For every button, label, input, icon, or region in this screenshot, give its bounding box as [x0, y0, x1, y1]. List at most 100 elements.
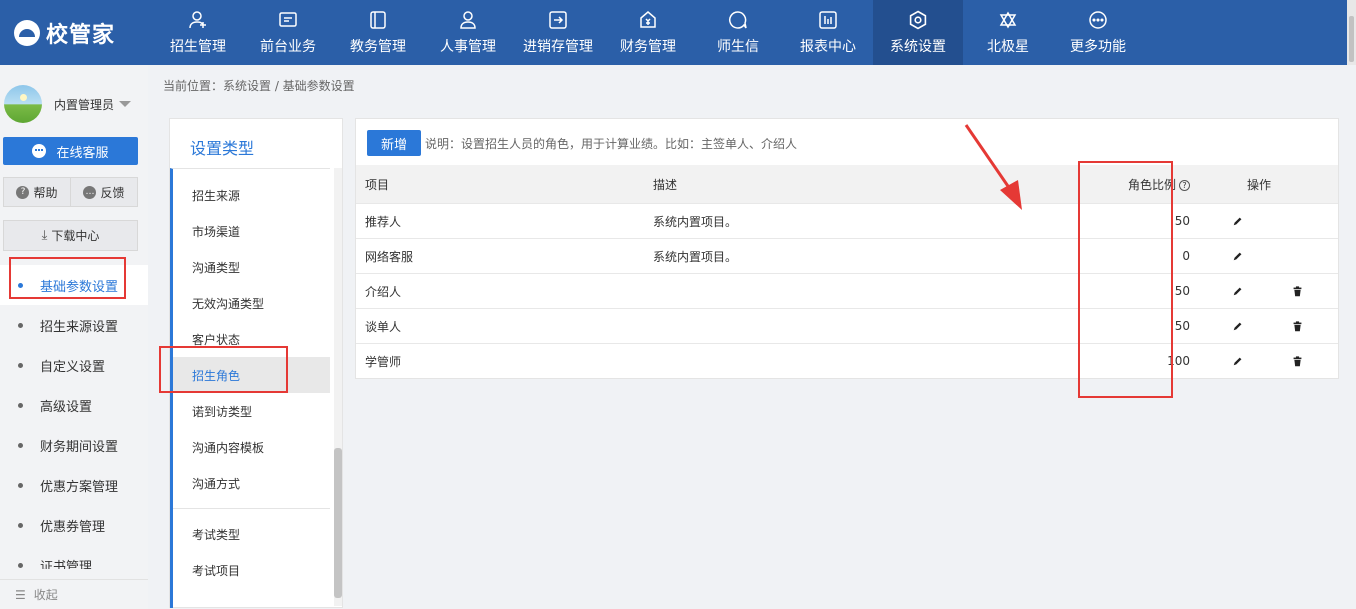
cell-item: 介绍人	[365, 284, 402, 299]
sidebar-item-3[interactable]: 高级设置	[0, 385, 148, 425]
sidebar-item-label: 优惠方案管理	[40, 479, 119, 495]
type-item-group2-1[interactable]: 考试项目	[173, 552, 330, 588]
nav-item-label: 报表中心	[800, 39, 856, 55]
edit-icon[interactable]	[1231, 284, 1245, 298]
nav-item-2[interactable]: 教务管理	[333, 0, 423, 65]
online-service-label: 在线客服	[56, 145, 109, 161]
breadcrumb-text: 当前位置：系统设置 / 基础参数设置	[163, 79, 355, 93]
setting-type-scrollbar[interactable]	[334, 168, 342, 606]
type-item-3[interactable]: 无效沟通类型	[173, 285, 330, 321]
sidebar-item-1[interactable]: 招生来源设置	[0, 305, 148, 345]
sidebar-item-6[interactable]: 优惠券管理	[0, 505, 148, 545]
edit-icon[interactable]	[1231, 319, 1245, 333]
logo-icon	[14, 20, 40, 46]
nav-item-3[interactable]: 人事管理	[423, 0, 513, 65]
chat-icon	[728, 10, 748, 30]
sidebar-item-7[interactable]: 证书管理	[0, 545, 148, 569]
collapse-button[interactable]: ☰ 收起	[0, 579, 148, 609]
left-sidebar: 内置管理员 在线客服 ? 帮助 … 反馈 ⤓ 下载中心 基础参数设置招生来源设置…	[0, 65, 148, 609]
cell-desc: 系统内置项目。	[653, 214, 738, 229]
nav-item-9[interactable]: 北极星	[963, 0, 1053, 65]
nav-item-8[interactable]: 系统设置	[873, 0, 963, 65]
nav-item-label: 招生管理	[170, 39, 226, 55]
chevron-down-icon[interactable]	[119, 101, 132, 107]
type-item-8[interactable]: 沟通方式	[173, 465, 330, 501]
nav-item-5[interactable]: 财务管理	[603, 0, 693, 65]
delete-icon[interactable]	[1290, 354, 1304, 368]
scrollbar[interactable]	[1347, 0, 1356, 65]
type-item-0[interactable]: 招生来源	[173, 177, 330, 213]
edit-icon[interactable]	[1231, 354, 1245, 368]
cell-ratio: 50	[1174, 214, 1190, 228]
nav-item-7[interactable]: 报表中心	[783, 0, 873, 65]
user-profile[interactable]: 内置管理员	[4, 85, 132, 123]
sidebar-item-0[interactable]: 基础参数设置	[0, 265, 148, 305]
download-icon: ⤓	[41, 228, 48, 243]
sidebar-item-2[interactable]: 自定义设置	[0, 345, 148, 385]
nav-item-0[interactable]: 招生管理	[153, 0, 243, 65]
bullet-icon	[18, 562, 23, 568]
table-row: 网络客服 系统内置项目。 0	[356, 238, 1338, 273]
delete-icon[interactable]	[1290, 284, 1304, 298]
nav-item-label: 进销存管理	[523, 39, 593, 55]
more-icon	[1088, 10, 1108, 30]
logo-text: 校管家	[46, 23, 116, 48]
nav-item-label: 人事管理	[440, 39, 496, 55]
type-item-6[interactable]: 诺到访类型	[173, 393, 330, 429]
sidebar-item-5[interactable]: 优惠方案管理	[0, 465, 148, 505]
table-row: 介绍人 50	[356, 273, 1338, 308]
nav-item-label: 前台业务	[260, 39, 316, 55]
table-header: 项目 描述 角色比例? 操作	[356, 165, 1338, 203]
person-add-icon	[188, 10, 208, 30]
sidebar-item-label: 高级设置	[40, 399, 93, 415]
cell-item: 学管师	[365, 354, 402, 369]
type-item-4[interactable]: 客户状态	[173, 321, 330, 357]
type-item-2[interactable]: 沟通类型	[173, 249, 330, 285]
help-button[interactable]: ? 帮助	[3, 177, 71, 207]
sidebar-menu: 基础参数设置招生来源设置 自定义设置高级设置财务期间设置优惠方案管理优惠券管理证书…	[0, 265, 148, 569]
nav-item-10[interactable]: 更多功能	[1053, 0, 1143, 65]
edit-icon[interactable]	[1231, 214, 1245, 228]
bar-chart-icon	[818, 10, 838, 30]
column-header-op: 操作	[1247, 177, 1272, 192]
bullet-icon	[18, 322, 23, 328]
sidebar-item-label: 招生来源设置	[40, 319, 119, 335]
type-item-5[interactable]: 招生角色	[173, 357, 330, 393]
nav-item-4[interactable]: 进销存管理	[513, 0, 603, 65]
cell-operations	[1200, 354, 1338, 368]
table-row: 学管师 100	[356, 343, 1338, 378]
feedback-label: 反馈	[100, 185, 125, 200]
type-item-1[interactable]: 市场渠道	[173, 213, 330, 249]
question-icon[interactable]: ?	[1179, 179, 1190, 191]
nav-item-label: 北极星	[987, 39, 1029, 55]
sidebar-item-label: 证书管理	[40, 559, 93, 570]
app-logo[interactable]: 校管家	[14, 18, 115, 48]
type-item-7[interactable]: 沟通内容模板	[173, 429, 330, 465]
download-center-button[interactable]: ⤓ 下载中心	[3, 220, 138, 251]
delete-icon[interactable]	[1290, 319, 1304, 333]
cell-ratio: 50	[1174, 284, 1190, 298]
nav-item-1[interactable]: 前台业务	[243, 0, 333, 65]
role-table: 项目 描述 角色比例? 操作 推荐人 系统内置项目。 50 网络客服 系统内置项目。 0 介…	[356, 165, 1338, 378]
cell-item: 推荐人	[365, 214, 402, 229]
column-header-desc: 描述	[653, 177, 678, 192]
type-item-group2-0[interactable]: 考试类型	[173, 516, 330, 552]
bullet-icon	[18, 442, 23, 448]
book-icon	[368, 10, 388, 30]
sidebar-item-4[interactable]: 财务期间设置	[0, 425, 148, 465]
feedback-button[interactable]: … 反馈	[71, 177, 138, 207]
nav-item-6[interactable]: 师生信	[693, 0, 783, 65]
help-feedback-row: ? 帮助 … 反馈	[3, 177, 138, 207]
feedback-icon: …	[83, 185, 97, 199]
add-button[interactable]: 新增	[367, 130, 421, 156]
nav-item-label: 财务管理	[620, 39, 676, 55]
download-center-label: 下载中心	[51, 229, 100, 243]
sidebar-item-label: 自定义设置	[40, 359, 106, 375]
cell-operations	[1200, 284, 1338, 298]
edit-icon[interactable]	[1231, 249, 1245, 263]
column-header-ratio-label: 角色比例	[1127, 177, 1176, 192]
nav-item-label: 更多功能	[1070, 39, 1126, 55]
help-icon: ?	[16, 185, 30, 199]
cell-item: 网络客服	[365, 249, 414, 264]
online-service-button[interactable]: 在线客服	[3, 137, 138, 165]
